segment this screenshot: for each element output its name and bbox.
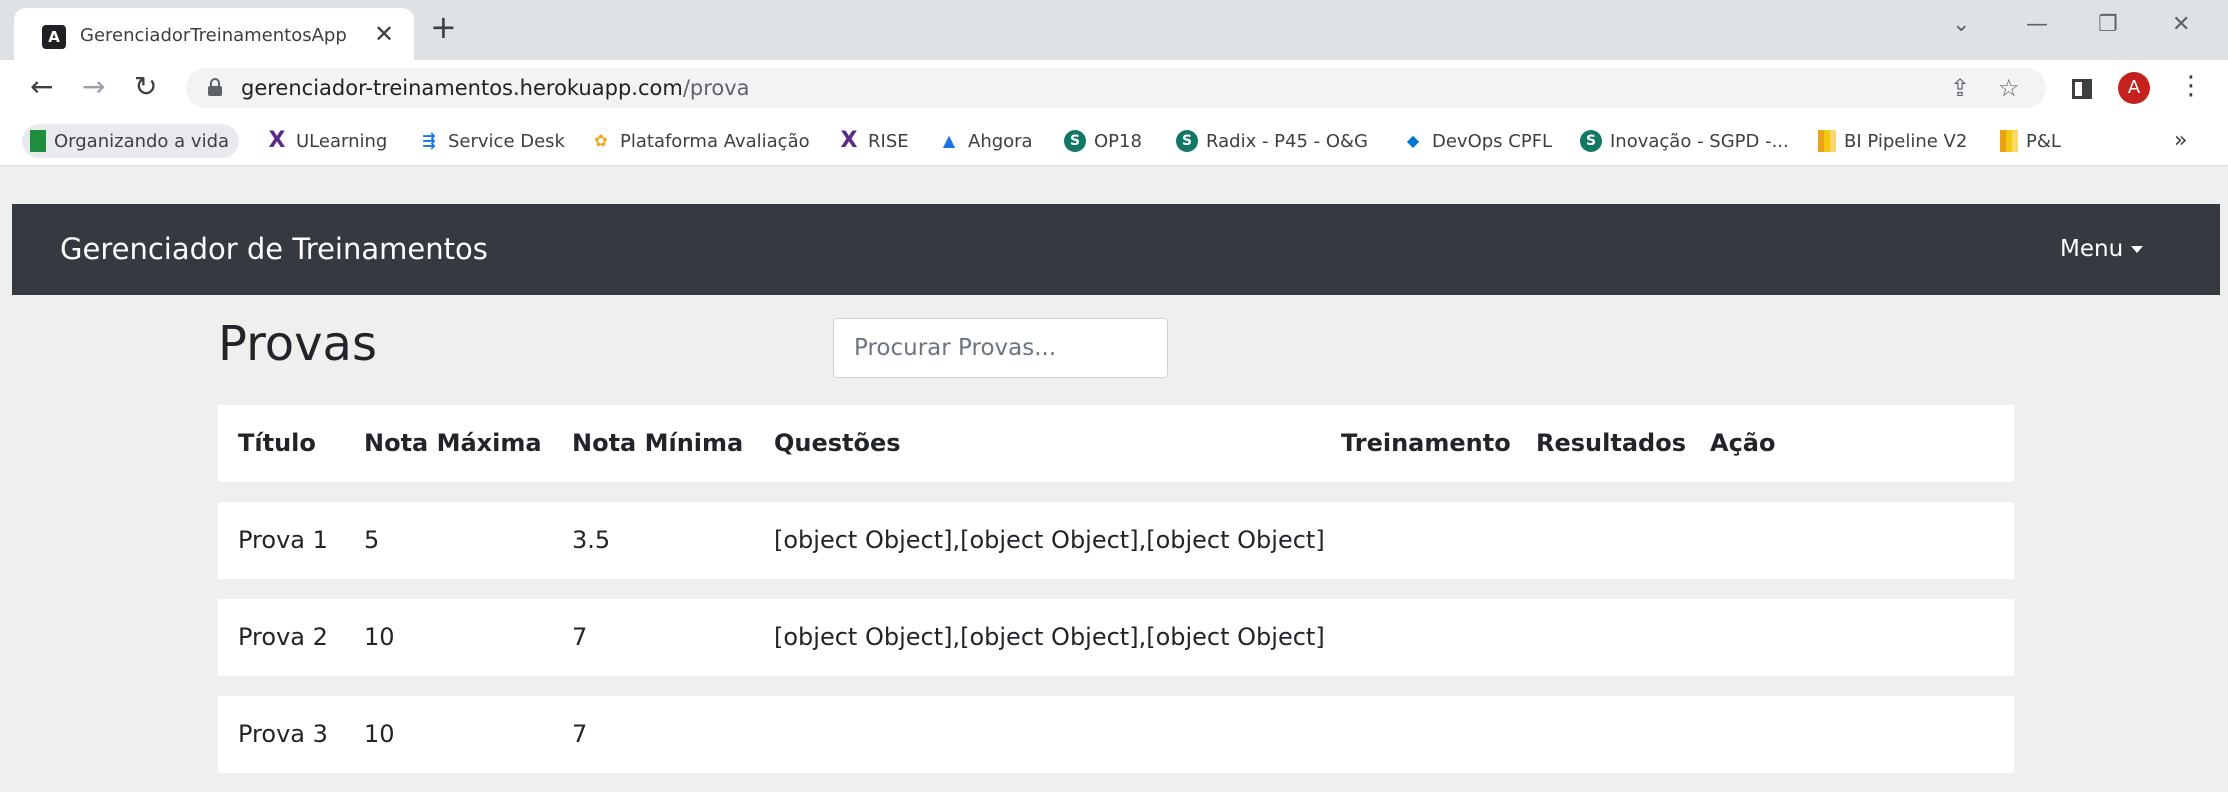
browser-toolbar: ← → ↻ gerenciador-treinamentos.herokuapp… [0, 60, 2228, 116]
bookmark-label: DevOps CPFL [1432, 130, 1553, 152]
table-row: Prova 2 10 7 [object Object],[object Obj… [218, 599, 2014, 676]
column-header: Nota Mínima [572, 429, 744, 457]
column-header: Título [238, 429, 316, 457]
bookmark-label: BI Pipeline V2 [1844, 130, 1968, 152]
new-tab-icon[interactable]: + [430, 11, 457, 43]
column-header: Questões [774, 429, 901, 457]
bookmark-label: Radix - P45 - O&G [1206, 130, 1369, 152]
window-close-icon[interactable]: ✕ [2172, 12, 2190, 37]
column-header: Treinamento [1341, 429, 1511, 457]
tab-title: GerenciadorTreinamentosApp [80, 25, 347, 46]
sharepoint-icon: S [1580, 130, 1602, 152]
profile-avatar[interactable]: A [2118, 72, 2150, 104]
more-bookmarks-icon[interactable]: » [2174, 128, 2187, 153]
ahgora-icon: ▲ [942, 131, 956, 150]
reload-icon[interactable]: ↻ [134, 72, 157, 102]
cell-nota-maxima: 5 [364, 526, 380, 554]
page-title: Provas [218, 316, 377, 372]
caret-down-icon [2131, 246, 2144, 253]
tab-search-chevron-icon[interactable]: ⌄ [1952, 12, 1970, 37]
browser-menu-icon[interactable]: ⋮ [2178, 72, 2204, 100]
url-text[interactable]: gerenciador-treinamentos.herokuapp.com/p… [241, 76, 750, 100]
table-row: Prova 1 5 3.5 [object Object],[object Ob… [218, 502, 2014, 579]
browser-tab[interactable]: A GerenciadorTreinamentosApp ✕ [14, 8, 414, 60]
cell-nota-minima: 7 [572, 720, 588, 748]
url-path: /prova [682, 76, 750, 100]
bookmarks-bar: Organizando a vida X ULearning ⇶ Service… [0, 116, 2228, 166]
close-tab-icon[interactable]: ✕ [374, 20, 394, 48]
bookmark-label: Ahgora [968, 130, 1033, 152]
bookmark-label: ULearning [296, 130, 388, 152]
lock-icon[interactable] [208, 78, 222, 96]
cell-nota-maxima: 10 [364, 720, 395, 748]
bookmark-rise[interactable]: X RISE [838, 124, 909, 158]
service-desk-icon: ⇶ [422, 131, 436, 150]
plataforma-icon: ✿ [594, 131, 608, 150]
cell-questoes: [object Object],[object Object],[object … [774, 623, 1325, 651]
column-header: Nota Máxima [364, 429, 542, 457]
minimize-icon[interactable]: — [2026, 12, 2048, 37]
bookmark-label: P&L [2026, 130, 2061, 152]
menu-label: Menu [2060, 236, 2124, 262]
bookmark-organizando-a-vida[interactable]: Organizando a vida [22, 124, 240, 158]
bookmark-ahgora[interactable]: ▲ Ahgora [938, 124, 1033, 158]
bookmark-label: Plataforma Avaliação [620, 130, 810, 152]
bookmark-label: Inovação - SGPD -... [1610, 130, 1789, 152]
menu-dropdown-toggle[interactable]: Menu [2060, 236, 2144, 262]
bookmark-ulearning[interactable]: X ULearning [266, 124, 388, 158]
table-header-row: Título Nota Máxima Nota Mínima Questões … [218, 405, 2014, 482]
bookmark-plataforma-avaliacao[interactable]: ✿ Plataforma Avaliação [590, 124, 810, 158]
cell-titulo: Prova 2 [238, 623, 328, 651]
devops-icon: ◆ [1406, 131, 1420, 150]
angular-favicon-icon: A [42, 25, 66, 49]
browser-tab-strip: A GerenciadorTreinamentosApp ✕ + ⌄ — ❐ ✕ [0, 0, 2228, 60]
bookmark-service-desk[interactable]: ⇶ Service Desk [418, 124, 565, 158]
cell-nota-minima: 3.5 [572, 526, 611, 554]
restore-icon[interactable]: ❐ [2098, 12, 2118, 37]
address-bar[interactable]: gerenciador-treinamentos.herokuapp.com/p… [186, 68, 2046, 108]
cell-questoes: [object Object],[object Object],[object … [774, 526, 1325, 554]
powerbi-icon [1818, 130, 1836, 152]
cell-nota-maxima: 10 [364, 623, 395, 651]
bookmark-bi-pipeline-v2[interactable]: BI Pipeline V2 [1818, 124, 1967, 158]
back-arrow-icon[interactable]: ← [30, 72, 53, 102]
sharepoint-icon: S [1064, 130, 1086, 152]
cell-nota-minima: 7 [572, 623, 588, 651]
forward-arrow-icon[interactable]: → [82, 72, 105, 102]
side-panel-icon[interactable] [2072, 79, 2092, 99]
green-flag-icon [30, 130, 46, 152]
url-host: gerenciador-treinamentos.herokuapp.com [241, 76, 683, 100]
bookmark-label: Organizando a vida [54, 130, 230, 152]
navbar-brand[interactable]: Gerenciador de Treinamentos [60, 232, 488, 266]
bookmark-devops-cpfl[interactable]: ◆ DevOps CPFL [1402, 124, 1552, 158]
x-logo-icon: X [840, 128, 858, 153]
cell-titulo: Prova 3 [238, 720, 328, 748]
sharepoint-icon: S [1176, 130, 1198, 152]
bookmark-radix-p45[interactable]: S Radix - P45 - O&G [1176, 124, 1368, 158]
powerbi-icon [2000, 130, 2018, 152]
column-header: Ação [1710, 429, 1776, 457]
x-logo-icon: X [268, 128, 286, 153]
bookmark-label: RISE [868, 130, 909, 152]
bookmark-star-icon[interactable]: ☆ [1998, 74, 2020, 102]
cell-titulo: Prova 1 [238, 526, 328, 554]
bookmark-op18[interactable]: S OP18 [1064, 124, 1142, 158]
bookmark-p-and-l[interactable]: P&L [2000, 124, 2061, 158]
bookmark-label: OP18 [1094, 130, 1142, 152]
app-navbar: Gerenciador de Treinamentos Menu [12, 204, 2220, 295]
search-input[interactable] [833, 318, 1168, 378]
share-icon[interactable]: ⇪ [1950, 74, 1970, 102]
table-row: Prova 3 10 7 [218, 696, 2014, 773]
column-header: Resultados [1536, 429, 1686, 457]
bookmark-label: Service Desk [448, 130, 565, 152]
bookmark-inovacao-sgpd[interactable]: S Inovação - SGPD -... [1580, 124, 1789, 158]
